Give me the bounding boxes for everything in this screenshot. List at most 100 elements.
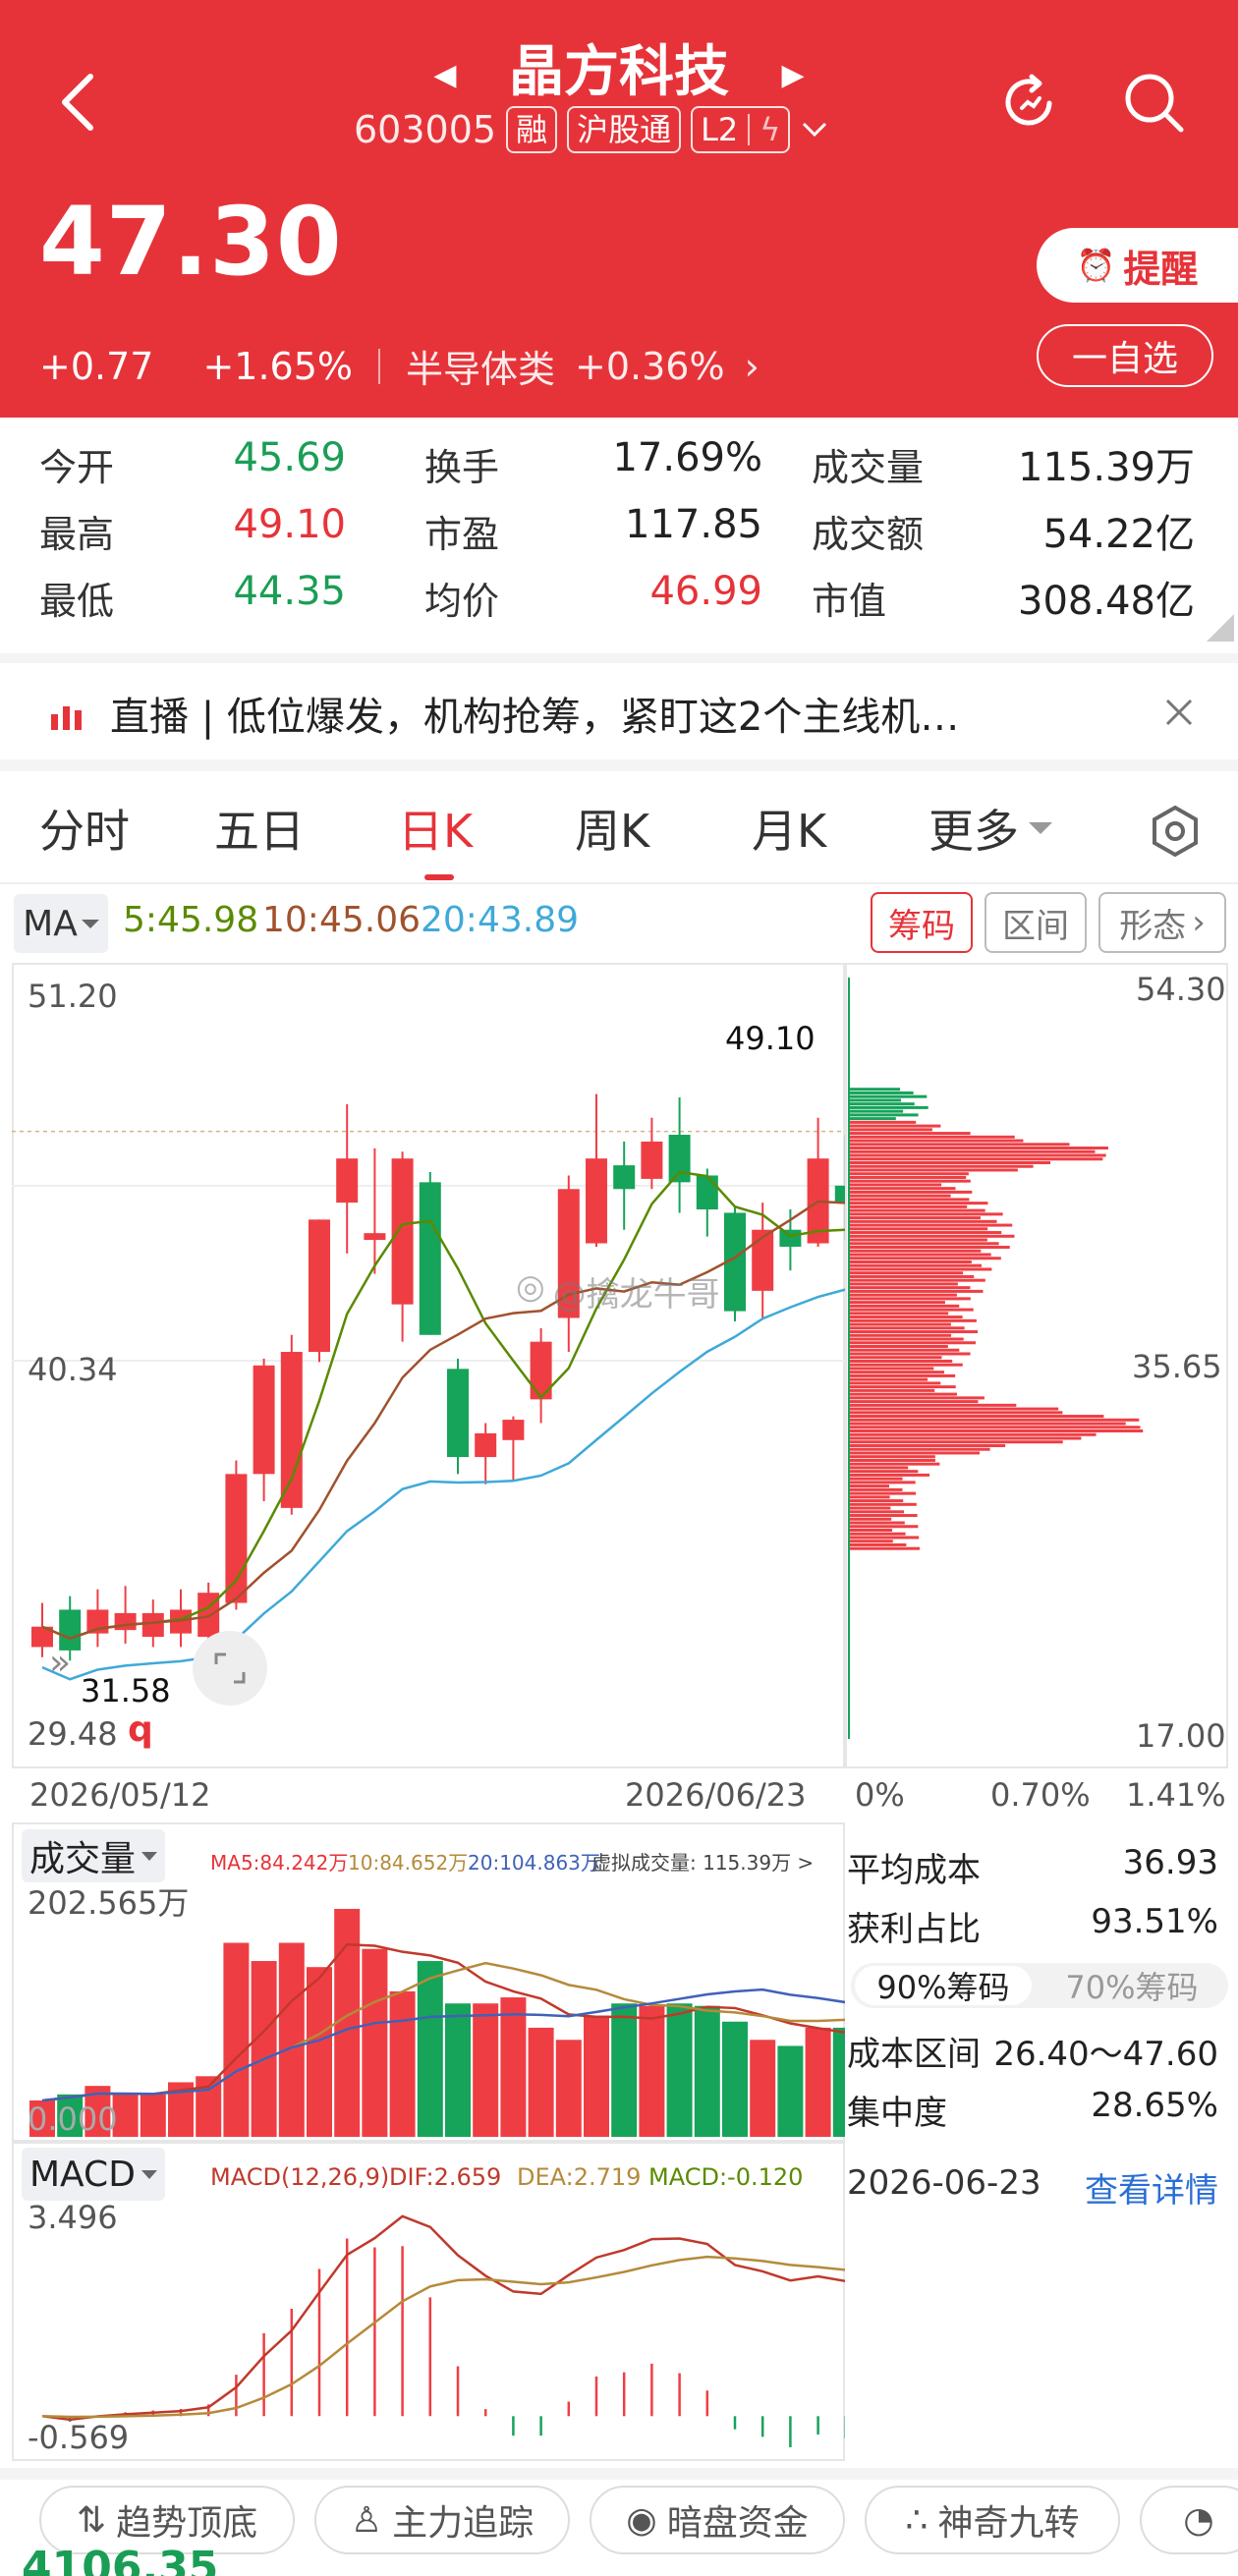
chip-bar bbox=[849, 1403, 1017, 1407]
pill-more[interactable]: ◔ bbox=[1140, 2486, 1238, 2554]
chips-button[interactable]: 筹码 bbox=[871, 892, 973, 953]
volume-bar bbox=[140, 2094, 166, 2137]
macd-dif: DIF:2.659 bbox=[389, 2163, 502, 2191]
search-icon[interactable] bbox=[1120, 69, 1189, 138]
volume-bar bbox=[722, 2021, 748, 2137]
stat-value: 46.99 bbox=[649, 569, 762, 614]
candle-body bbox=[141, 1612, 164, 1638]
tab-intraday[interactable]: 分时 bbox=[39, 796, 130, 861]
stat-label: 成交额 bbox=[812, 513, 925, 556]
chip-bar bbox=[849, 1278, 985, 1282]
tab-five-day[interactable]: 五日 bbox=[214, 796, 305, 861]
volume-bar bbox=[362, 1948, 388, 2137]
stat-value: 17.69% bbox=[612, 435, 762, 480]
chip-bar bbox=[849, 1540, 893, 1543]
q-marker: q bbox=[128, 1709, 153, 1750]
stat-label: 最低 bbox=[39, 580, 115, 623]
macd-dea: DEA:2.719 bbox=[517, 2163, 642, 2191]
ma-selector[interactable]: MA bbox=[14, 894, 108, 953]
connect-tag: 沪股通 bbox=[567, 106, 682, 153]
divider bbox=[378, 348, 381, 384]
chip-bar bbox=[849, 1246, 1010, 1250]
chip-bar bbox=[849, 1098, 901, 1102]
tab-chip-70[interactable]: 70%筹码 bbox=[1043, 1966, 1220, 2006]
range-button[interactable]: 区间 bbox=[985, 892, 1087, 953]
candle-body bbox=[641, 1141, 663, 1179]
close-icon[interactable] bbox=[1159, 693, 1199, 732]
view-detail-link[interactable]: 查看详情 bbox=[1061, 2163, 1218, 2212]
profit-ratio-value: 93.51% bbox=[1091, 1902, 1218, 1941]
chip-bar bbox=[849, 1297, 971, 1301]
settings-icon[interactable] bbox=[1148, 804, 1203, 859]
caret-down-icon bbox=[1029, 822, 1052, 834]
chip-bar bbox=[849, 1120, 917, 1124]
tab-weekly-k[interactable]: 周K bbox=[575, 796, 649, 861]
news-banner[interactable]: 直播 | 低位爆发，机构抢筹，紧盯这2个主线机… bbox=[0, 653, 1238, 771]
macd-title[interactable]: MACD bbox=[22, 2148, 165, 2201]
watchlist-button[interactable]: 一自选 bbox=[1037, 324, 1213, 387]
level2-divider bbox=[748, 114, 751, 145]
sector-link[interactable]: 半导体类 +0.36% › bbox=[406, 339, 760, 393]
chevron-down-icon[interactable] bbox=[800, 120, 829, 140]
chip-date: 2026-06-23 bbox=[847, 2163, 1041, 2203]
pattern-button[interactable]: 形态 › bbox=[1098, 892, 1226, 953]
chip-bar bbox=[849, 1481, 916, 1484]
pill-main-force[interactable]: ♙ 主力追踪 bbox=[314, 2486, 570, 2554]
chip-bar bbox=[849, 1274, 975, 1278]
macd-dif-line bbox=[41, 2214, 845, 2422]
tab-chip-90[interactable]: 90%筹码 bbox=[855, 1966, 1032, 2006]
chip-bar bbox=[849, 1260, 972, 1263]
alert-button[interactable]: ⏰ 提醒 bbox=[1037, 228, 1238, 303]
volume-bar bbox=[750, 2040, 776, 2137]
watermark: ◎ @擒龙牛哥 bbox=[516, 1267, 720, 1315]
chip-bar bbox=[849, 1426, 1141, 1429]
tab-monthly-k[interactable]: 月K bbox=[752, 796, 826, 861]
candle-body bbox=[419, 1182, 441, 1335]
chip-bar bbox=[849, 1363, 963, 1367]
chip-bar bbox=[849, 1499, 904, 1503]
chip-bar bbox=[849, 1373, 956, 1377]
chip-bar bbox=[849, 1348, 960, 1352]
expand-arrows-icon[interactable]: » bbox=[49, 1643, 71, 1683]
stock-code: 603005 bbox=[354, 108, 497, 151]
volume-bar bbox=[251, 1961, 277, 2137]
chip-percent-toggle: 90%筹码 70%筹码 bbox=[851, 1963, 1228, 2008]
fullscreen-button[interactable] bbox=[193, 1631, 267, 1706]
chip-bar bbox=[849, 1293, 957, 1297]
chip-bar bbox=[849, 1521, 905, 1525]
tab-daily-k[interactable]: 日K bbox=[398, 796, 473, 861]
macd-min: -0.569 bbox=[28, 2419, 130, 2456]
candle-body bbox=[586, 1158, 607, 1244]
volume-bar bbox=[389, 1990, 416, 2137]
volume-bar bbox=[307, 1967, 332, 2137]
chip-bar bbox=[849, 1344, 948, 1348]
stat-value: 115.39万 bbox=[1018, 445, 1195, 490]
caret-down-icon bbox=[81, 920, 99, 928]
pill-dark-pool[interactable]: ◉ 暗盘资金 bbox=[590, 2486, 845, 2554]
chip-bar bbox=[849, 1322, 951, 1326]
chip-bar bbox=[849, 1253, 991, 1257]
news-text: 直播 | 低位爆发，机构抢筹，紧盯这2个主线机… bbox=[110, 695, 960, 740]
chip-bar bbox=[849, 1333, 952, 1337]
virtual-volume-link[interactable]: 虚拟成交量: 115.39万 > bbox=[591, 1847, 814, 1876]
cost-range-label: 成本区间 bbox=[847, 2035, 981, 2074]
chip-bar bbox=[849, 1091, 914, 1094]
kline-chart[interactable] bbox=[12, 963, 845, 1768]
tab-more[interactable]: 更多 bbox=[928, 796, 1052, 861]
prev-stock-icon[interactable]: ◀ bbox=[433, 58, 456, 92]
chip-bar bbox=[849, 1532, 906, 1536]
refresh-icon[interactable] bbox=[994, 69, 1063, 138]
chip-bar bbox=[849, 1371, 945, 1374]
chip-bar bbox=[849, 1443, 1006, 1447]
person-icon: ♙ bbox=[350, 2499, 383, 2541]
stat-value: 44.35 bbox=[233, 569, 346, 614]
corner-triangle-icon[interactable] bbox=[1207, 614, 1234, 642]
stat-label: 市值 bbox=[812, 580, 887, 623]
next-stock-icon[interactable]: ▶ bbox=[782, 58, 805, 92]
pill-nine-turn[interactable]: ∴ 神奇九转 bbox=[865, 2486, 1120, 2554]
ma20-value: 20:43.89 bbox=[421, 900, 579, 940]
chip-bar bbox=[849, 1238, 987, 1242]
chip-bar bbox=[849, 1326, 965, 1330]
level2-tag[interactable]: L2 ϟ bbox=[691, 106, 791, 153]
volume-title[interactable]: 成交量 bbox=[22, 1829, 166, 1882]
